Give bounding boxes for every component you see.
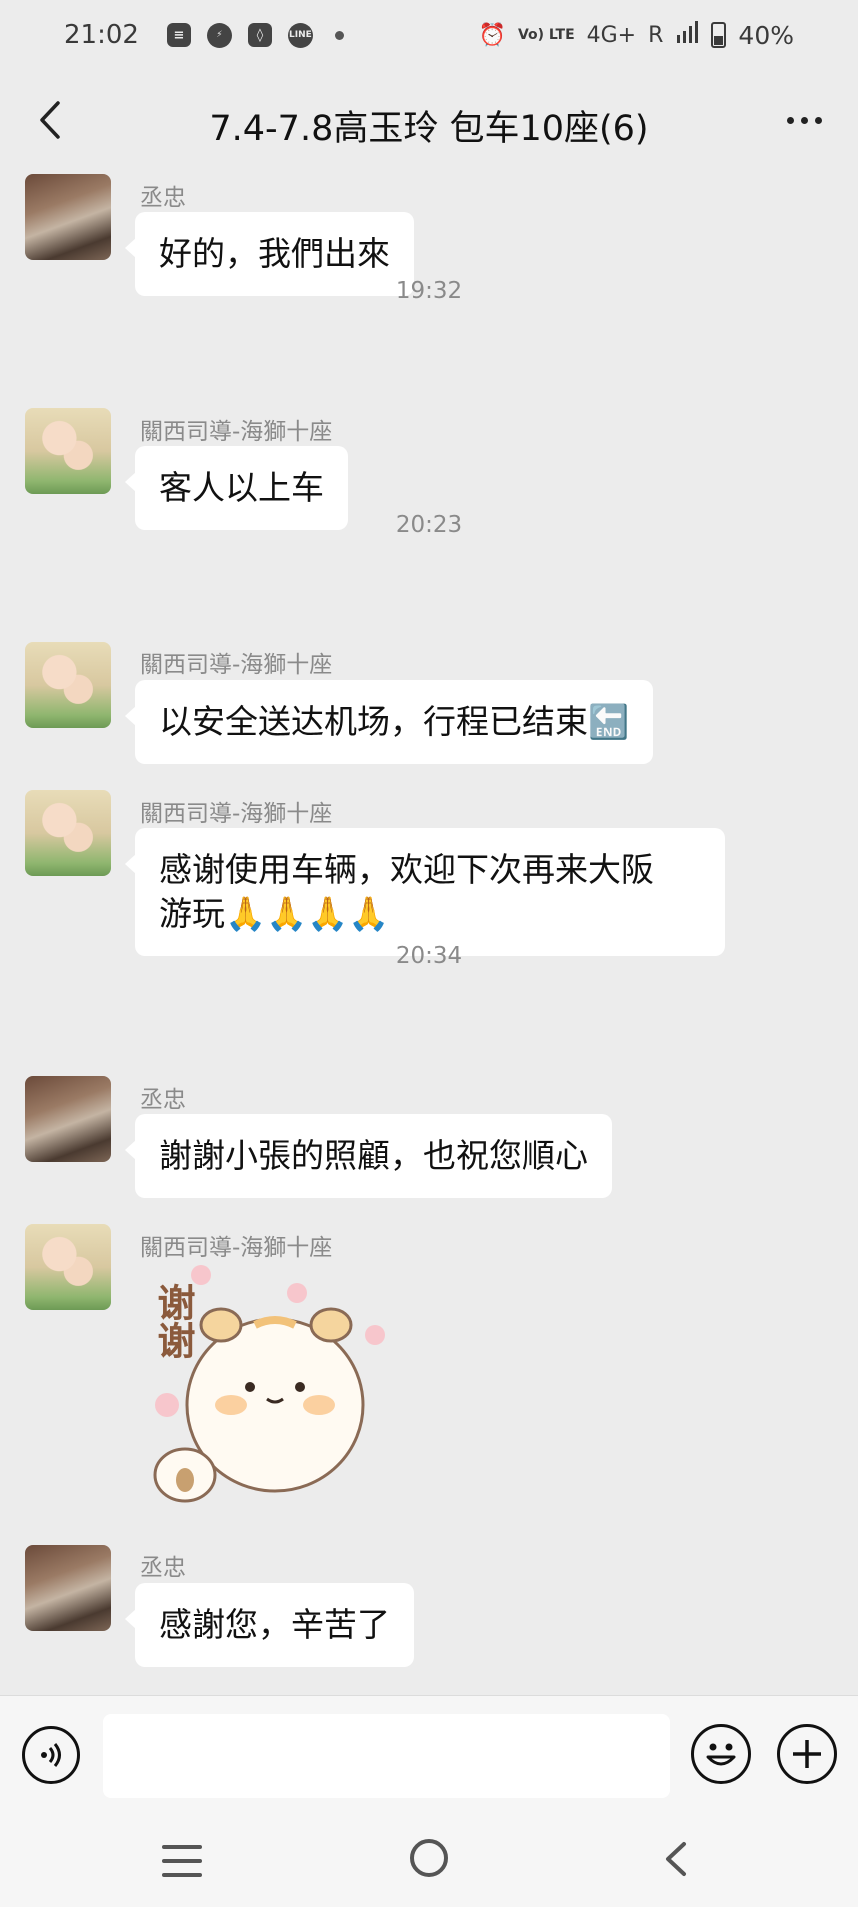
message-text-line: 游玩🙏🙏🙏🙏 [159, 892, 701, 936]
system-back-button[interactable] [660, 1841, 690, 1877]
voice-icon [41, 1743, 61, 1767]
network-type: 4G+ [586, 22, 637, 48]
status-time: 21:02 [64, 20, 139, 50]
message-composer [0, 1695, 858, 1815]
volte-icon: Vo) LTE [517, 27, 575, 43]
avatar[interactable] [25, 408, 111, 494]
sender-name: 丞忠 [140, 1555, 186, 1581]
more-icon-dot [800, 116, 808, 124]
more-actions-button[interactable] [777, 1724, 837, 1784]
avatar[interactable] [25, 642, 111, 728]
pray-emoji: 🙏🙏🙏🙏 [225, 894, 390, 933]
message-list[interactable]: 丞忠 好的，我們出來 19:32 關西司導-海獅十座 客人以上车 20:23 關… [0, 170, 858, 1695]
plus-icon [793, 1740, 821, 1768]
message-text: 游玩 [159, 894, 225, 933]
back-arrow-icon [666, 1842, 686, 1876]
sender-name: 丞忠 [140, 1087, 186, 1113]
system-icons: ⏰ Vo) LTE 4G+ R 40% [479, 21, 794, 50]
dot-icon [334, 30, 344, 40]
alarm-icon: ⏰ [478, 22, 506, 48]
chat-header: 7.4-7.8高玉玲 包车10座(6) [0, 70, 858, 170]
smiley-icon [706, 1743, 736, 1766]
recent-apps-icon-line [162, 1873, 202, 1877]
hamster-sticker [153, 1265, 385, 1503]
status-bar: 21:02 ≡ ⚡ ◊ LINE ⏰ Vo) LTE 4G+ R 40% [0, 0, 858, 70]
system-navigation-bar [0, 1815, 858, 1907]
sender-name: 關西司導-海獅十座 [140, 419, 333, 445]
roaming-indicator: R [648, 22, 664, 48]
more-options-button[interactable] [776, 94, 832, 146]
more-icon-dot [786, 116, 794, 124]
message-text-line: 感谢使用车辆，欢迎下次再来大阪 [159, 850, 654, 889]
avatar[interactable] [25, 1545, 111, 1631]
sender-name: 關西司導-海獅十座 [140, 1235, 333, 1261]
sender-name: 丞忠 [140, 185, 186, 211]
message-timestamp: 20:23 [395, 512, 463, 538]
avatar[interactable] [25, 174, 111, 260]
messenger-icon: ⚡ [206, 22, 232, 48]
more-icon-dot [814, 116, 822, 124]
message-bubble[interactable]: 感谢使用车辆，欢迎下次再来大阪 游玩🙏🙏🙏🙏 [125, 828, 725, 956]
avatar[interactable] [25, 790, 111, 876]
message-bubble[interactable]: 謝謝小張的照顧，也祝您順心 [125, 1114, 612, 1198]
recent-apps-button[interactable] [162, 1845, 202, 1877]
line-icon: LINE [287, 22, 313, 48]
sticker-message[interactable]: 谢谢 [135, 1265, 415, 1515]
message-icon: ≡ [166, 23, 191, 47]
message-bubble[interactable]: 感謝您，辛苦了 [125, 1583, 414, 1667]
message-timestamp: 20:34 [395, 943, 463, 969]
signal-icon [675, 21, 699, 49]
message-input[interactable] [103, 1714, 670, 1798]
avatar[interactable] [25, 1076, 111, 1162]
voice-input-button[interactable] [22, 1726, 80, 1784]
recent-apps-icon-line [162, 1845, 202, 1849]
message-bubble[interactable]: 以安全送达机场，行程已结束🔚 [124, 680, 654, 764]
notification-icons: ≡ ⚡ ◊ LINE [166, 22, 344, 48]
battery-icon [711, 22, 727, 48]
sender-name: 關西司導-海獅十座 [140, 801, 333, 827]
emoji-button[interactable] [691, 1724, 751, 1784]
recent-apps-icon-line [162, 1859, 202, 1863]
avatar[interactable] [25, 1224, 111, 1310]
message-timestamp: 19:32 [395, 278, 463, 304]
app-icon: ◊ [247, 23, 272, 47]
home-button[interactable] [410, 1839, 448, 1877]
chat-title: 7.4-7.8高玉玲 包车10座(6) [209, 109, 649, 149]
battery-percent: 40% [738, 20, 794, 50]
sender-name: 關西司導-海獅十座 [140, 652, 333, 678]
